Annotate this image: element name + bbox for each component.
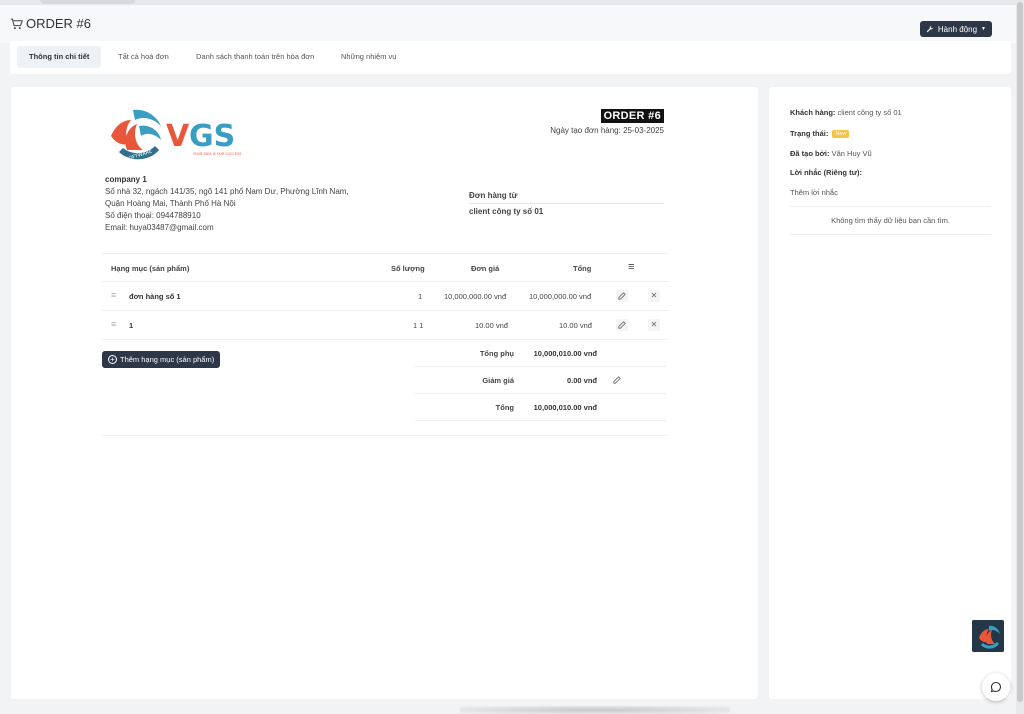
order-sidebar: Khách hàng: client công ty số 01 Trạng t…	[769, 87, 1011, 699]
item-name: đơn hàng số 1	[129, 292, 181, 301]
tab-details[interactable]: Thông tin chi tiết	[17, 46, 102, 68]
header-qty: Số lượng	[391, 264, 425, 273]
item-total: 10.00 vnđ	[559, 321, 592, 330]
item-total: 10,000,000.00 vnđ	[529, 292, 592, 301]
chat-bubble-icon	[990, 681, 1002, 693]
empty-message: Không tìm thấy dữ liệu bạn cần tìm.	[790, 206, 991, 235]
wrench-icon	[926, 25, 934, 33]
delete-icon[interactable]: ✕	[648, 319, 660, 331]
add-item-button[interactable]: + Thêm hạng mục (sản phẩm)	[102, 351, 221, 368]
page-title: ORDER #6	[10, 16, 91, 31]
customer-field: Khách hàng: client công ty số 01	[790, 108, 902, 117]
drag-handle-icon[interactable]: ≡	[111, 319, 116, 329]
table-row: ≡ 1 1 1 10.00 vnđ 10.00 vnđ ✕	[102, 311, 668, 340]
page-scrollbar[interactable]	[1016, 0, 1024, 714]
actions-label: Hành động	[937, 24, 978, 34]
header-total: Tổng	[573, 264, 592, 273]
company-phone: Số điện thoại: 0944788910	[105, 211, 201, 220]
columns-menu-icon[interactable]: ≡	[628, 261, 634, 273]
status-badge: New	[832, 130, 850, 139]
plus-circle-icon: +	[108, 355, 117, 364]
order-detail-card: SOFTWARE V GS YOUR IDEA IS OUR SUCCESS O…	[11, 87, 758, 699]
scrollbar-thumb[interactable]	[1017, 2, 1023, 702]
item-name: 1	[129, 321, 134, 330]
total-value: 10,000,010.00 vnđ	[533, 403, 597, 412]
company-address-2: Quận Hoàng Mai, Thành Phố Hà Nội	[105, 199, 236, 208]
created-by-field: Đã tạo bởi: Văn Huy Vũ	[790, 149, 872, 158]
actions-dropdown-button[interactable]: Hành động ▼	[919, 21, 992, 37]
browser-tab-edge	[40, 0, 135, 4]
tab-bar: Thông tin chi tiết Tất cả hoá đơn Danh s…	[10, 41, 1011, 74]
customer-label: Khách hàng:	[790, 108, 836, 117]
order-date: Ngày tạo đơn hàng: 25-03-2025	[550, 126, 664, 135]
status-label: Trạng thái:	[790, 129, 829, 138]
bottom-shadow	[460, 706, 730, 714]
svg-text:GS: GS	[189, 119, 235, 154]
status-field: Trạng thái: New	[790, 129, 850, 139]
tab-tasks[interactable]: Những nhiệm vụ	[329, 46, 408, 68]
cart-icon	[10, 18, 23, 29]
subtotal-row: Tổng phụ 10,000,010.00 vnđ	[415, 340, 667, 367]
tab-invoices[interactable]: Tất cả hoá đơn	[106, 46, 181, 68]
order-from-client: client công ty số 01	[469, 207, 544, 216]
item-qty: 1 1	[413, 321, 424, 330]
chat-button[interactable]	[982, 673, 1010, 701]
edit-icon[interactable]	[616, 319, 628, 331]
item-price: 10.00 vnđ	[475, 321, 508, 330]
header-item: Hạng mục (sản phẩm)	[111, 264, 190, 273]
drag-handle-icon[interactable]: ≡	[111, 290, 116, 300]
discount-label: Giảm giá	[482, 376, 514, 385]
reminder-field: Lời nhắc (Riêng tư):	[790, 168, 862, 177]
edit-discount-icon[interactable]	[611, 374, 623, 386]
subtotal-value: 10,000,010.00 vnđ	[533, 349, 597, 358]
company-info: company 1 Số nhà 32, ngách 141/35, ngõ 1…	[105, 174, 349, 234]
company-name: company 1	[105, 175, 147, 184]
delete-icon[interactable]: ✕	[648, 290, 660, 302]
page-title-text: ORDER #6	[26, 16, 92, 31]
company-logo: SOFTWARE V GS YOUR IDEA IS OUR SUCCESS	[111, 109, 241, 163]
reminder-label: Lời nhắc (Riêng tư):	[790, 168, 863, 177]
total-row: Tổng 10,000,010.00 vnđ	[415, 394, 667, 421]
discount-row: Giảm giá 0.00 vnđ	[415, 367, 667, 394]
company-email: Email: huya03487@gmail.com	[105, 223, 214, 232]
divider	[102, 435, 668, 436]
table-row: ≡ đơn hàng số 1 1 10,000,000.00 vnđ 10,0…	[102, 282, 668, 311]
edit-icon[interactable]	[616, 290, 628, 302]
discount-value: 0.00 vnđ	[566, 376, 597, 385]
order-from-label: Đơn hàng từ	[469, 191, 664, 204]
page-header: ORDER #6 Hành động ▼	[0, 5, 1016, 43]
subtotal-label: Tổng phụ	[479, 349, 514, 358]
item-qty: 1	[418, 292, 423, 301]
header-price: Đơn giá	[471, 264, 500, 273]
company-logo-thumbnail[interactable]	[972, 620, 1004, 652]
order-number-badge: ORDER #6	[600, 109, 664, 123]
created-by-label: Đã tạo bởi:	[790, 149, 830, 158]
order-from: Đơn hàng từ client công ty số 01	[469, 191, 664, 216]
tab-invoice-payments[interactable]: Danh sách thanh toán trên hóa đơn	[184, 46, 326, 68]
caret-down-icon: ▼	[981, 26, 986, 32]
created-by-value: Văn Huy Vũ	[831, 149, 872, 158]
svg-text:V: V	[166, 119, 190, 154]
add-item-label: Thêm hạng mục (sản phẩm)	[120, 355, 215, 364]
items-table-header: Hạng mục (sản phẩm) Số lượng Đơn giá Tổn…	[102, 253, 668, 282]
svg-text:YOUR IDEA IS OUR SUCCESS: YOUR IDEA IS OUR SUCCESS	[193, 152, 241, 156]
add-reminder-link[interactable]: Thêm lời nhắc	[790, 188, 838, 197]
item-price: 10,000,000.00 vnđ	[444, 292, 507, 301]
company-address-1: Số nhà 32, ngách 141/35, ngõ 141 phố Nam…	[105, 187, 349, 196]
customer-value[interactable]: client công ty số 01	[838, 108, 902, 117]
total-label: Tổng	[495, 403, 514, 412]
